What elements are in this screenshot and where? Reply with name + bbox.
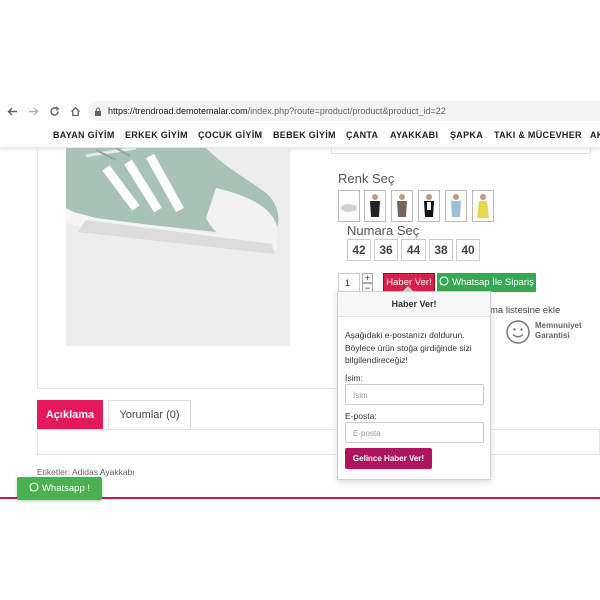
smiley-icon [506,320,530,344]
product-tags: Etiketler: Adidas Ayakkabı [37,467,135,477]
menu-item-bebek-giyim[interactable]: BEBEK GİYİM [273,130,336,140]
satisfaction-guarantee: Memnuniyet Garantisi [535,321,582,341]
size-option-42[interactable]: 42 [347,239,371,261]
popover-description: Aşağıdaki e-postanızı doldurun. Böylece … [345,330,472,365]
menu-item-bayan-giyim[interactable]: BAYAN GİYİM [53,130,115,140]
menu-item-taki-mucevher[interactable]: TAKI & MÜCEVHER [494,130,582,140]
whatsapp-float-label: Whatsapp ! [41,483,91,494]
url-path: /index.php?route=product/product&product… [247,106,446,116]
color-swatch-blue-top[interactable] [445,190,467,222]
url-host: https://trendroad.demotemalar.com [108,106,248,116]
color-swatch-shoe[interactable] [338,190,360,222]
menu-item-ayakkabi[interactable]: AYAKKABI [390,130,438,140]
quantity-increment-button[interactable]: + [362,273,373,283]
content-border [37,148,38,388]
tab-reviews[interactable]: Yorumlar (0) [108,400,191,429]
home-icon[interactable] [66,102,84,120]
color-swatch-brown-top[interactable] [391,190,413,222]
notify-popover: Haber Ver! Aşağıdaki e-postanızı dolduru… [337,291,491,480]
sneaker-illustration [66,148,290,346]
size-option-40[interactable]: 40 [456,239,480,261]
size-select-title: Numara Seç [347,223,420,238]
menu-item-erkek-giyim[interactable]: ERKEK GİYİM [125,130,188,140]
size-option-38[interactable]: 38 [429,239,453,261]
whatsapp-icon [439,276,449,289]
menu-item-sapka[interactable]: ŞAPKA [450,130,483,140]
email-field[interactable]: E-posta [345,422,484,443]
whatsapp-order-label: Whatsap İle Sipariş [452,277,534,288]
size-option-44[interactable]: 44 [401,239,426,261]
color-swatch-yellow-dress[interactable] [472,190,494,222]
whatsapp-order-button[interactable]: Whatsap İle Sipariş [437,273,536,292]
satisfaction-line-1: Memnuniyet [535,321,582,330]
arrow-right-icon[interactable] [24,102,42,120]
whatsapp-icon [29,482,39,495]
viewport: https://trendroad.demotemalar.com/index.… [0,0,600,600]
menu-item-more[interactable]: AK [590,130,600,140]
browser-toolbar: https://trendroad.demotemalar.com/index.… [0,100,600,122]
tab-description[interactable]: Açıklama [37,400,103,429]
color-select-title: Renk Seç [338,171,395,186]
name-field[interactable]: İsim [345,384,484,405]
wishlist-link[interactable]: ma listesine ekle [490,305,560,316]
quantity-input[interactable]: 1 [338,273,360,293]
size-option-36[interactable]: 36 [374,239,398,261]
color-swatch-black-white-top[interactable] [418,190,440,222]
product-image[interactable] [66,148,290,346]
tab-panel [37,429,337,455]
content-border-bottom [37,388,338,389]
email-label: E-posta: [345,411,377,421]
arrow-left-icon[interactable] [3,102,21,120]
address-bar[interactable]: https://trendroad.demotemalar.com/index.… [88,101,600,121]
popover-title: Haber Ver! [338,292,490,317]
menu-item-cocuk-giyim[interactable]: ÇOCUK GİYİM [198,130,262,140]
lock-icon [94,107,102,116]
satisfaction-line-2: Garantisi [535,331,570,340]
tab-panel-right [490,429,600,455]
menu-item-canta[interactable]: ÇANTA [346,130,378,140]
notify-submit-button[interactable]: Gelince Haber Ver! [345,448,432,469]
reload-icon[interactable] [45,102,63,120]
main-menu: BAYAN GİYİM ERKEK GİYİM ÇOCUK GİYİM BEBE… [0,122,600,148]
color-swatch-black-top[interactable] [364,190,386,222]
name-label: İsim: [345,373,363,383]
whatsapp-float-button[interactable]: Whatsapp ! [17,477,102,500]
option-panel-edge [331,148,591,154]
